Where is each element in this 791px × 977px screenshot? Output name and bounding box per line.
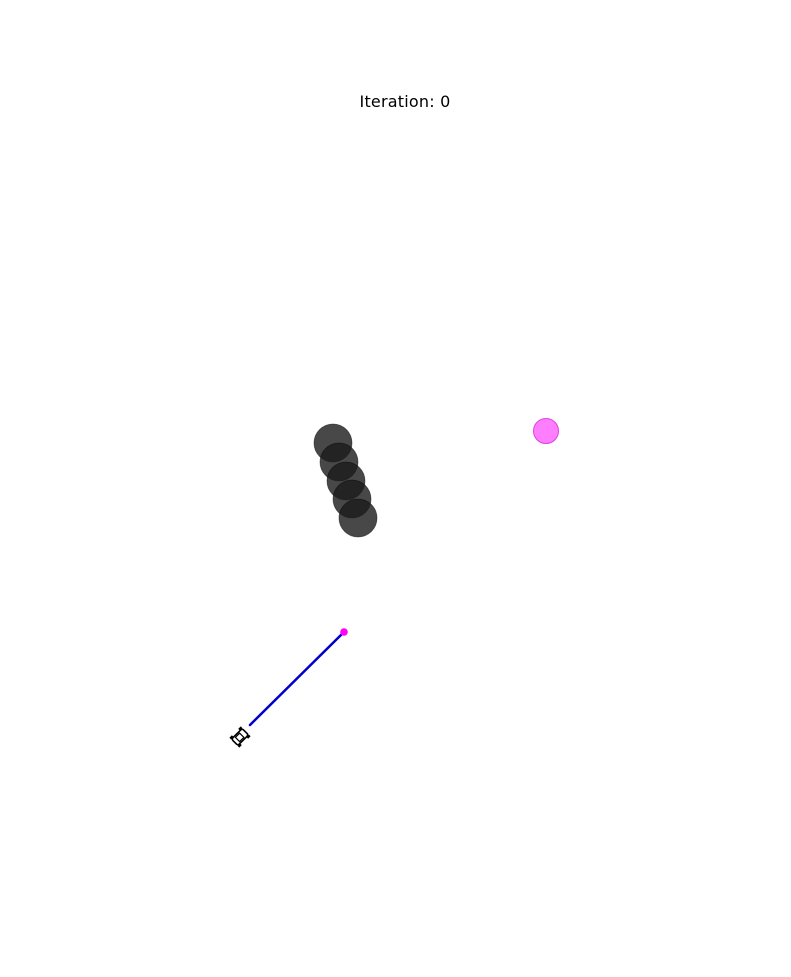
waypoint-marker: [340, 628, 348, 636]
goal-marker: [533, 418, 559, 444]
simulation-canvas: Iteration: 0: [0, 0, 791, 977]
scene-svg: [228, 418, 559, 749]
obstacle-group: [313, 423, 378, 538]
obstacle: [338, 498, 378, 538]
car-icon: [228, 725, 252, 749]
path-line: [248, 630, 346, 727]
